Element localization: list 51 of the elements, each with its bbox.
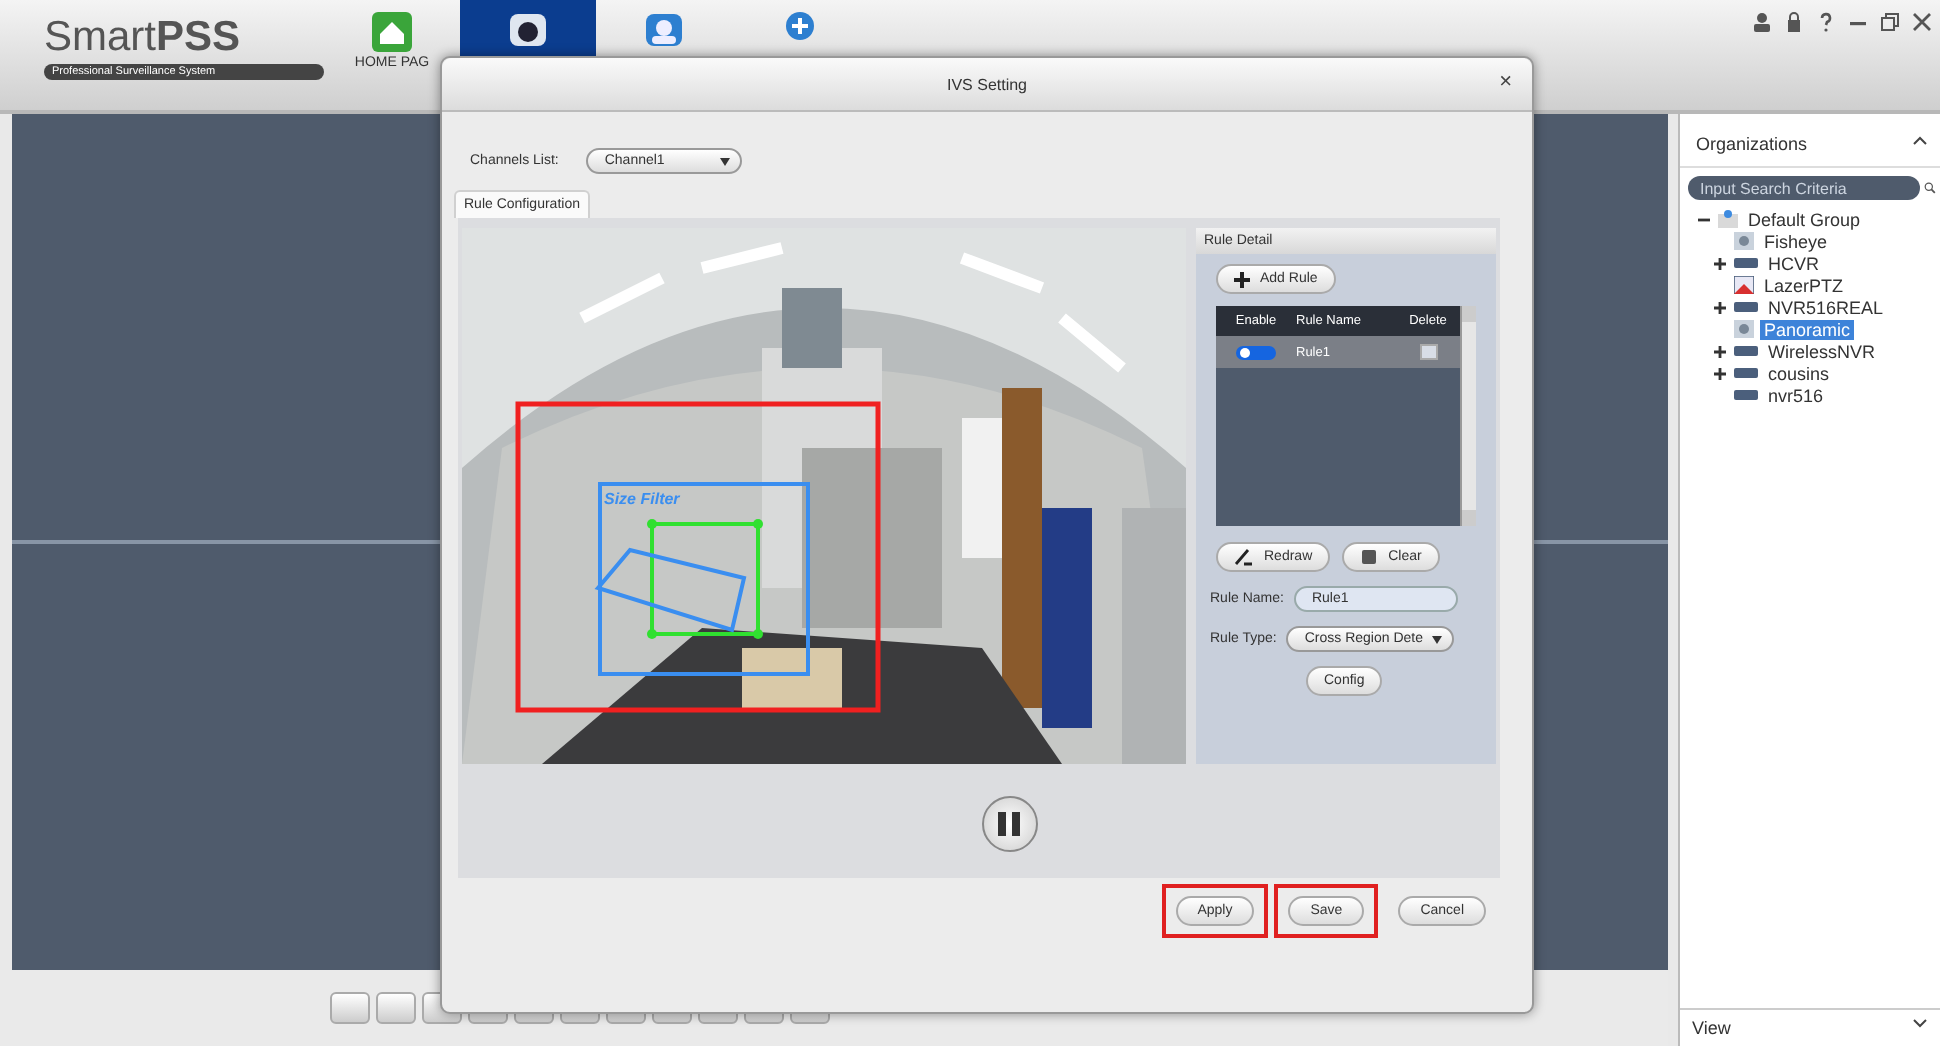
- user-icon[interactable]: [1752, 12, 1772, 32]
- tree-item[interactable]: Panoramic: [1760, 319, 1855, 339]
- camera-icon: [1734, 232, 1754, 250]
- tree-item[interactable]: Fisheye: [1760, 231, 1832, 251]
- recorder-icon: [1734, 302, 1758, 312]
- panel-title: Organizations: [1696, 134, 1808, 154]
- monitor-icon: [1734, 276, 1754, 294]
- target-box[interactable]: [647, 519, 763, 639]
- tree-item[interactable]: LazerPTZ: [1760, 275, 1848, 295]
- close-button[interactable]: ×: [1499, 70, 1512, 94]
- tree-item[interactable]: cousins: [1764, 363, 1834, 383]
- expand-icon[interactable]: [1712, 343, 1728, 359]
- tree-item[interactable]: nvr516: [1764, 385, 1828, 405]
- collapse-icon[interactable]: [1912, 134, 1928, 146]
- dialog-title: IVS Setting: [946, 75, 1028, 93]
- folder-icon: [1718, 210, 1738, 228]
- tree-item[interactable]: WirelessNVR: [1764, 341, 1880, 361]
- plus-icon: [786, 12, 814, 40]
- pen-icon: [1234, 548, 1254, 566]
- scrollbar[interactable]: [1460, 306, 1476, 526]
- search-icon[interactable]: [1924, 178, 1936, 198]
- caret-icon[interactable]: [1432, 635, 1443, 643]
- person-icon: [644, 12, 684, 48]
- recorder-icon: [1734, 368, 1758, 378]
- recorder-icon: [1734, 346, 1758, 356]
- expand-icon[interactable]: [1712, 365, 1728, 381]
- caret-icon[interactable]: [720, 157, 731, 165]
- chevron-icon[interactable]: [1912, 1018, 1928, 1030]
- recorder-icon: [1734, 258, 1758, 268]
- tree-item[interactable]: NVR516REAL: [1764, 297, 1888, 317]
- enable-toggle[interactable]: [1236, 345, 1276, 359]
- camera-icon: [1734, 320, 1754, 338]
- lock-icon[interactable]: [1784, 12, 1804, 32]
- search-field[interactable]: Input Search Criteria: [1688, 176, 1920, 200]
- app-logo: SmartPSS: [44, 16, 243, 60]
- expand-icon[interactable]: [1712, 299, 1728, 315]
- eraser-icon: [1360, 548, 1379, 566]
- pause-button[interactable]: [981, 796, 1037, 852]
- recorder-icon: [1734, 390, 1758, 400]
- view-label[interactable]: View: [1692, 1018, 1731, 1038]
- tree-item[interactable]: Default Group: [1744, 209, 1865, 229]
- delete-icon[interactable]: [1419, 344, 1437, 360]
- detection-region[interactable]: [515, 401, 881, 713]
- close-icon[interactable]: [1912, 12, 1932, 32]
- camera-icon: [508, 12, 548, 48]
- house-icon: [372, 12, 412, 52]
- restore-icon[interactable]: [1880, 12, 1900, 32]
- help-icon[interactable]: [1816, 12, 1836, 32]
- expand-icon[interactable]: [1712, 255, 1728, 271]
- tree-item[interactable]: HCVR: [1764, 253, 1824, 273]
- plus-icon: [1234, 271, 1250, 287]
